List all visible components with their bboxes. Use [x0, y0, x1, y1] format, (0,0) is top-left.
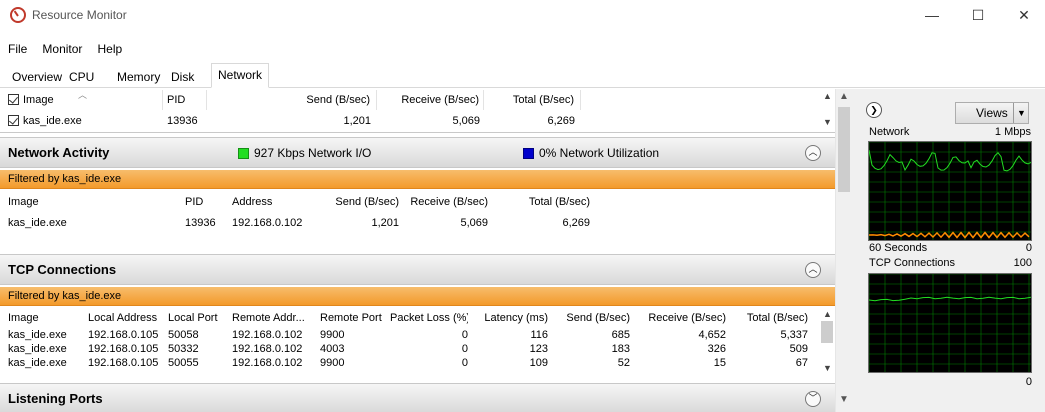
graph-grid	[868, 141, 1031, 240]
cell-receive: 15	[713, 357, 726, 369]
network-io-label: 927 Kbps Network I/O	[254, 146, 372, 160]
checkbox-icon[interactable]	[8, 94, 19, 105]
cell-latency: 109	[529, 357, 548, 369]
cell-send: 1,201	[371, 217, 399, 229]
collapse-icon[interactable]: ︿	[805, 145, 821, 161]
section-title: TCP Connections	[8, 262, 117, 277]
scroll-up-icon[interactable]: ▲	[823, 309, 832, 319]
cell-packet-loss: 0	[461, 357, 468, 369]
chevron-down-icon[interactable]: ▼	[1013, 103, 1029, 123]
tcp-graph-svg	[868, 273, 1032, 372]
resource-monitor-icon	[10, 7, 26, 23]
tcp-graph	[868, 273, 1032, 373]
network-util-label: 0% Network Utilization	[539, 146, 660, 160]
column-header-image[interactable]: Image	[8, 192, 168, 212]
tcp-graph-title: TCP Connections	[869, 257, 956, 269]
menu-monitor[interactable]: Monitor	[34, 40, 86, 58]
column-header-receive[interactable]: Receive (B/sec)	[401, 192, 488, 212]
tab-cpu[interactable]: CPU	[63, 67, 100, 87]
title-bar: Resource Monitor — ☐ ✕	[0, 0, 1045, 30]
scroll-down-icon[interactable]: ▼	[823, 117, 832, 127]
table-row[interactable]: kas_ide.exe	[8, 213, 168, 233]
cell-send: 1,201	[343, 115, 371, 127]
listening-ports-header[interactable]: Listening Ports ﹀	[0, 383, 835, 412]
tcp-graph-zero: 0	[1025, 376, 1032, 388]
column-header-pid[interactable]: PID	[167, 90, 207, 110]
column-header-receive[interactable]: Receive (B/sec)	[379, 90, 484, 110]
section-title: Listening Ports	[8, 391, 103, 406]
column-header-image[interactable]: Image	[8, 90, 163, 110]
menu-help[interactable]: Help	[89, 40, 126, 58]
tab-network[interactable]: Network	[211, 63, 270, 88]
scroll-up-icon[interactable]: ▲	[823, 91, 832, 101]
tab-strip: Overview CPU Memory Disk Network	[0, 63, 1045, 88]
scroll-thumb[interactable]	[838, 107, 850, 192]
graphs-toolbar: ❯ Views ▼	[852, 89, 1045, 125]
table-row[interactable]: kas_ide.exe	[8, 111, 163, 131]
scroll-thumb[interactable]	[821, 321, 833, 343]
window-title: Resource Monitor	[32, 8, 127, 22]
menu-file[interactable]: File	[0, 40, 31, 58]
graph-time-span: 60 Seconds	[869, 242, 928, 254]
minimize-button[interactable]: —	[909, 0, 955, 30]
cell-total: 6,269	[547, 115, 575, 127]
column-header-pid[interactable]: PID	[185, 192, 225, 212]
cell-pid: 13936	[167, 115, 198, 127]
expand-icon[interactable]: ❯	[866, 102, 882, 118]
checkbox-icon[interactable]	[8, 115, 19, 126]
scroll-down-icon[interactable]: ▼	[823, 363, 832, 373]
cell-remote-address: 192.168.0.102	[232, 357, 303, 369]
network-util-legend-icon	[523, 148, 534, 159]
filter-bar: Filtered by kas_ide.exe	[0, 287, 835, 306]
tcp-connections-series	[868, 296, 1032, 302]
tcp-scrollbar[interactable]: ▲ ▼	[820, 309, 834, 375]
graphs-pane: ❯ Views ▼ Network 1 Mbps 60 Seconds 0 TC…	[852, 89, 1045, 412]
cell-local-port: 50055	[168, 357, 199, 369]
tcp-graph-scale: 100	[1013, 257, 1032, 269]
tab-disk[interactable]: Disk	[165, 67, 200, 87]
network-graph	[868, 141, 1032, 241]
expand-icon[interactable]: ﹀	[805, 391, 821, 407]
scroll-down-icon[interactable]: ▼	[839, 394, 849, 405]
cell-pid: 13936	[185, 217, 216, 229]
network-io-legend-icon	[238, 148, 249, 159]
maximize-button[interactable]: ☐	[955, 0, 1001, 30]
column-header-send[interactable]: Send (B/sec)	[210, 90, 377, 110]
cell-total: 67	[795, 357, 808, 369]
network-graph-svg	[868, 141, 1032, 240]
network-graph-scale: 1 Mbps	[994, 126, 1031, 138]
filter-bar: Filtered by kas_ide.exe	[0, 170, 835, 189]
network-graph-zero: 0	[1025, 242, 1032, 254]
collapse-icon[interactable]: ︿	[805, 262, 821, 278]
cell-local-address: 192.168.0.105	[88, 357, 159, 369]
tab-memory[interactable]: Memory	[111, 67, 166, 87]
cell-receive: 5,069	[452, 115, 480, 127]
section-title: Network Activity	[8, 145, 110, 160]
column-header-total[interactable]: Total (B/sec)	[486, 90, 581, 110]
views-button[interactable]: Views ▼	[955, 102, 1029, 124]
network-activity-header[interactable]: Network Activity 927 Kbps Network I/O 0%…	[0, 137, 835, 168]
column-header-send[interactable]: Send (B/sec)	[312, 192, 399, 212]
network-io-series	[868, 149, 1032, 172]
close-button[interactable]: ✕	[1001, 0, 1045, 30]
processes-table: ︿ Image PID Send (B/sec) Receive (B/sec)…	[0, 89, 835, 133]
network-graph-title: Network	[869, 126, 910, 138]
column-header-address[interactable]: Address	[232, 192, 312, 212]
column-header-total[interactable]: Total (B/sec)	[490, 192, 590, 212]
graphs-scrollbar[interactable]	[1038, 89, 1045, 412]
menu-bar: File Monitor Help	[0, 40, 126, 58]
scroll-up-icon[interactable]: ▲	[839, 91, 849, 102]
processes-scrollbar[interactable]: ▲ ▼	[820, 91, 834, 129]
tcp-connections-header[interactable]: TCP Connections ︿	[0, 254, 835, 285]
table-row[interactable]: kas_ide.exe	[8, 353, 83, 373]
tab-overview[interactable]: Overview	[6, 67, 68, 87]
cell-receive: 5,069	[460, 217, 488, 229]
main-scrollbar[interactable]: ▲ ▼	[835, 89, 852, 412]
cell-send: 52	[617, 357, 630, 369]
graph-grid	[868, 273, 1031, 372]
cell-total: 6,269	[562, 217, 590, 229]
cell-address: 192.168.0.102	[232, 217, 303, 229]
cell-remote-port: 9900	[320, 357, 345, 369]
details-pane: ︿ Image PID Send (B/sec) Receive (B/sec)…	[0, 89, 852, 412]
